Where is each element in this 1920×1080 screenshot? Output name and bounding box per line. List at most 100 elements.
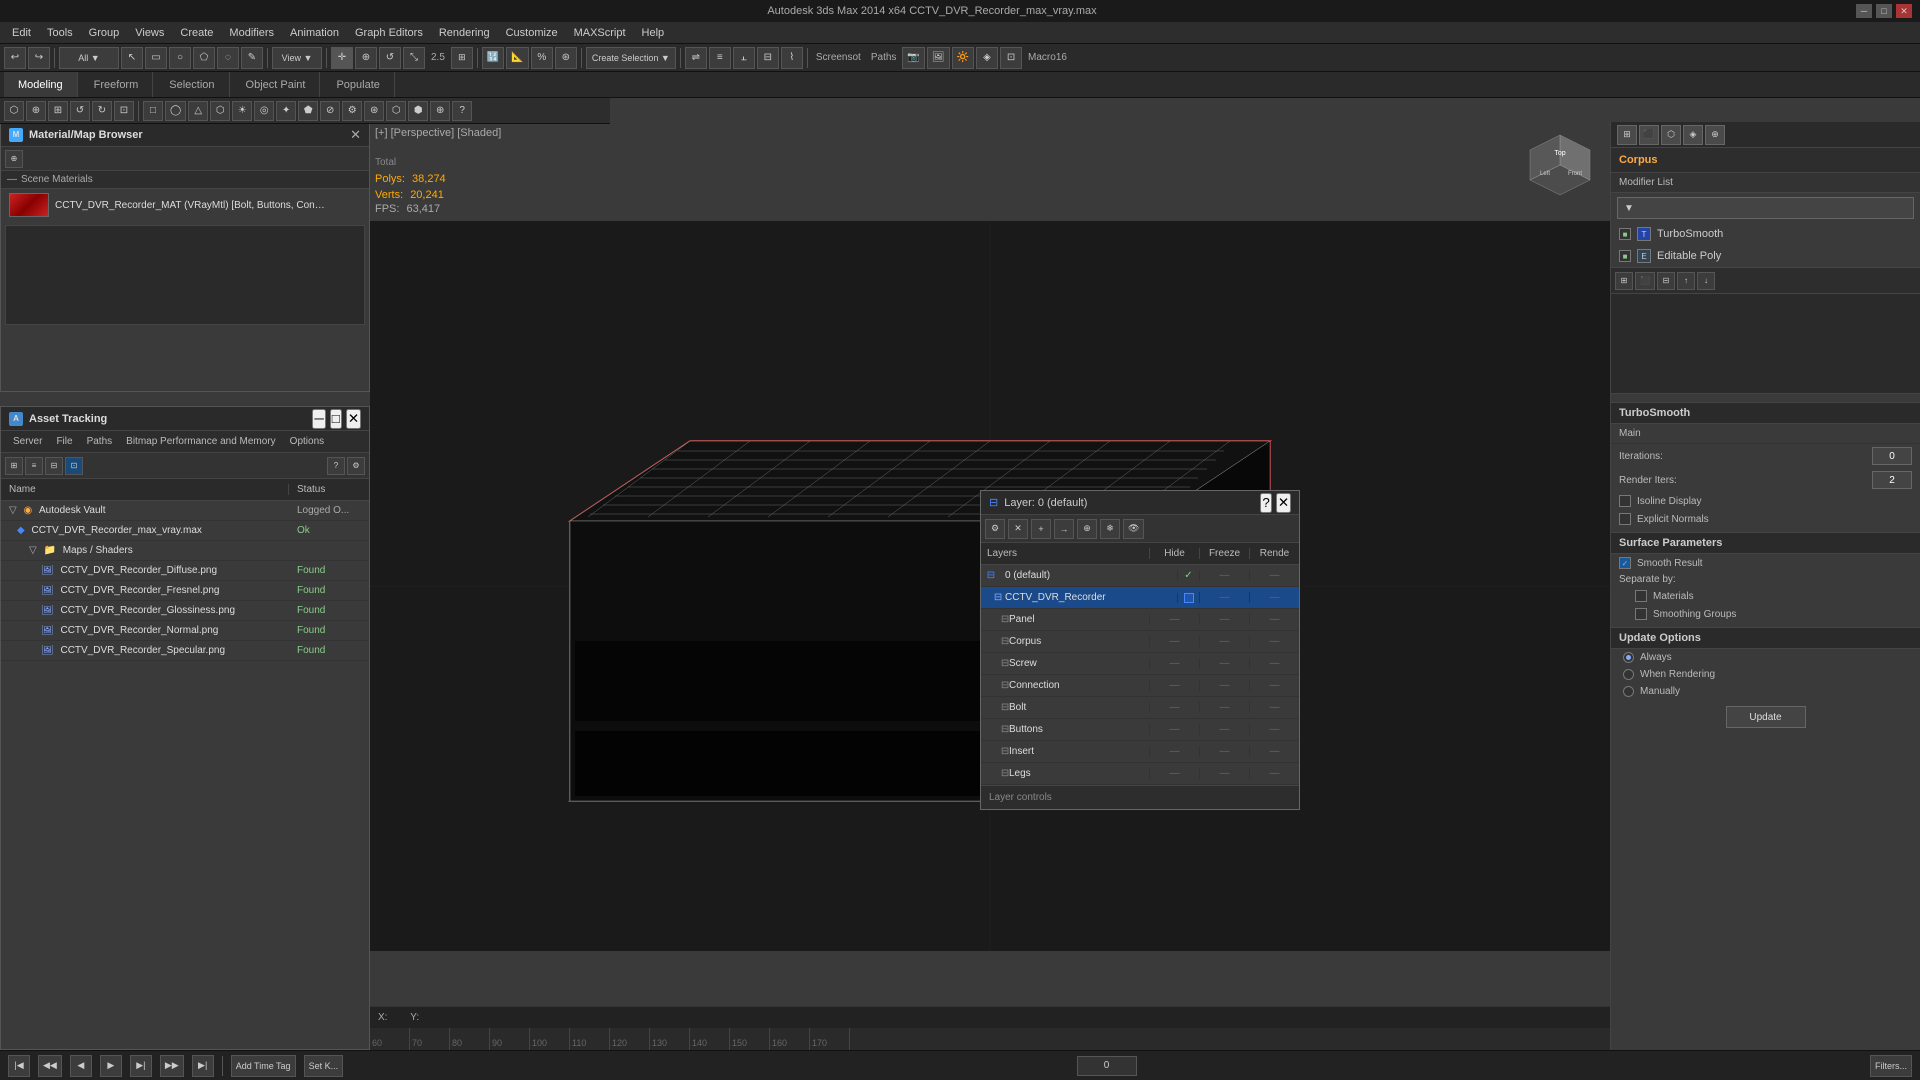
explicit-normals-checkbox[interactable]: [1619, 513, 1631, 525]
when-rendering-radio[interactable]: [1623, 669, 1634, 680]
always-radio[interactable]: [1623, 652, 1634, 663]
menu-graph-editors[interactable]: Graph Editors: [347, 25, 431, 41]
at-tb-2[interactable]: ≡: [25, 457, 43, 475]
ld-tb-freeze[interactable]: ❄: [1100, 519, 1120, 539]
minimize-button[interactable]: ─: [1856, 4, 1872, 18]
smooth-result-checkbox[interactable]: ✓: [1619, 557, 1631, 569]
icon-tb-1[interactable]: ⬡: [4, 101, 24, 121]
at-row-main-file[interactable]: ◆ CCTV_DVR_Recorder_max_vray.max Ok: [1, 521, 369, 541]
tab-modeling[interactable]: Modeling: [4, 72, 78, 97]
mod-stack-btn-5[interactable]: ↓: [1697, 272, 1715, 290]
tb-scale[interactable]: ⤡: [403, 47, 425, 69]
layer-row-insert[interactable]: ⊟ Insert — — —: [981, 741, 1299, 763]
tb-angle-snap[interactable]: 📐: [506, 47, 528, 69]
icon-tb-16[interactable]: ⚙: [342, 101, 362, 121]
tab-populate[interactable]: Populate: [322, 72, 394, 97]
tb-align[interactable]: ≡: [709, 47, 731, 69]
rp-icon-1[interactable]: ⊞: [1617, 125, 1637, 145]
at-tb-settings[interactable]: ⚙: [347, 457, 365, 475]
icon-tb-18[interactable]: ⬡: [386, 101, 406, 121]
set-key-btn[interactable]: Set K...: [304, 1055, 344, 1077]
mod-stack-btn-2[interactable]: ⬛: [1635, 272, 1655, 290]
tb-create-selection[interactable]: Create Selection ▼: [586, 47, 676, 69]
render-iters-value[interactable]: 2: [1872, 471, 1912, 489]
icon-tb-21[interactable]: ?: [452, 101, 472, 121]
menu-create[interactable]: Create: [172, 25, 221, 41]
iterations-value[interactable]: 0: [1872, 447, 1912, 465]
maximize-button[interactable]: □: [1876, 4, 1892, 18]
navigation-cube[interactable]: Top Left Front: [1520, 130, 1600, 210]
frame-input[interactable]: 0: [1077, 1056, 1137, 1076]
tb-layer[interactable]: ⊟: [757, 47, 779, 69]
ld-tb-hide[interactable]: 👁: [1123, 519, 1144, 539]
layer-row-cctv[interactable]: ⊟ CCTV_DVR_Recorder — —: [981, 587, 1299, 609]
tb-select-all-dropdown[interactable]: All ▼: [59, 47, 119, 69]
rp-icon-2[interactable]: ⬛: [1639, 125, 1659, 145]
tb-rotate[interactable]: ↺: [379, 47, 401, 69]
update-button[interactable]: Update: [1726, 706, 1806, 728]
tb-select-arrow[interactable]: ↖: [121, 47, 143, 69]
ld-tb-delete[interactable]: ✕: [1008, 519, 1028, 539]
menu-group[interactable]: Group: [81, 25, 128, 41]
material-item[interactable]: CCTV_DVR_Recorder_MAT (VRayMtl) [Bolt, B…: [1, 189, 369, 221]
tb-select-fence[interactable]: ⬠: [193, 47, 215, 69]
mod-stack-btn-3[interactable]: ⊟: [1657, 272, 1675, 290]
filters-btn[interactable]: Filters...: [1870, 1055, 1912, 1077]
menu-edit[interactable]: Edit: [4, 25, 39, 41]
playback-prev[interactable]: ◀: [70, 1055, 92, 1077]
rp-icon-4[interactable]: ◈: [1683, 125, 1703, 145]
tb-render3[interactable]: 🔆: [952, 47, 974, 69]
tb-select-rect[interactable]: ▭: [145, 47, 167, 69]
menu-maxscript[interactable]: MAXScript: [566, 25, 634, 41]
icon-tb-10[interactable]: ⬡: [210, 101, 230, 121]
menu-tools[interactable]: Tools: [39, 25, 81, 41]
icon-tb-9[interactable]: △: [188, 101, 208, 121]
asset-tracking-minimize[interactable]: ─: [312, 409, 325, 429]
icon-tb-8[interactable]: ◯: [165, 101, 186, 121]
modifier-editable-poly[interactable]: ■ E Editable Poly: [1611, 245, 1920, 267]
tb-align2[interactable]: ⫠: [733, 47, 755, 69]
menu-customize[interactable]: Customize: [498, 25, 566, 41]
icon-tb-13[interactable]: ✦: [276, 101, 296, 121]
tb-move[interactable]: ⊕: [355, 47, 377, 69]
mod-stack-btn-1[interactable]: ⊞: [1615, 272, 1633, 290]
layer-row-legs[interactable]: ⊟ Legs — — —: [981, 763, 1299, 785]
manually-radio[interactable]: [1623, 686, 1634, 697]
layer-row-panel[interactable]: ⊟ Panel — — —: [981, 609, 1299, 631]
tb-redo[interactable]: ↪: [28, 47, 50, 69]
at-menu-file[interactable]: File: [50, 434, 78, 449]
layer-row-corpus[interactable]: ⊟ Corpus — — —: [981, 631, 1299, 653]
tb-render5[interactable]: ⊡: [1000, 47, 1022, 69]
mod-checkbox-ep[interactable]: ■: [1619, 250, 1631, 262]
layers-scroll[interactable]: ⊟ 0 (default) ✓ — — ⊟ CCTV_DVR_Recorder …: [981, 565, 1299, 795]
menu-animation[interactable]: Animation: [282, 25, 347, 41]
tb-select-paint[interactable]: ✎: [241, 47, 263, 69]
layer-row-bolt[interactable]: ⊟ Bolt — — —: [981, 697, 1299, 719]
layers-help-btn[interactable]: ?: [1260, 493, 1271, 513]
tab-selection[interactable]: Selection: [155, 72, 229, 97]
at-menu-options[interactable]: Options: [284, 434, 330, 449]
modifier-dropdown[interactable]: ▼: [1617, 197, 1914, 219]
tb-render-scene[interactable]: 📷: [902, 47, 924, 69]
at-row-specular[interactable]: 🖼 CCTV_DVR_Recorder_Specular.png Found: [1, 641, 369, 661]
tb-curve[interactable]: ⌇: [781, 47, 803, 69]
ld-tb-move-to[interactable]: →: [1054, 519, 1074, 539]
icon-tb-3[interactable]: ⊞: [48, 101, 68, 121]
at-tb-3[interactable]: ⊟: [45, 457, 63, 475]
playback-prev-key[interactable]: ◀◀: [38, 1055, 62, 1077]
at-menu-server[interactable]: Server: [7, 434, 48, 449]
at-tb-help[interactable]: ?: [327, 457, 345, 475]
playback-next-key[interactable]: ▶▶: [160, 1055, 184, 1077]
menu-views[interactable]: Views: [127, 25, 172, 41]
materials-checkbox[interactable]: [1635, 590, 1647, 602]
layer-row-default[interactable]: ⊟ 0 (default) ✓ — —: [981, 565, 1299, 587]
tb-undo[interactable]: ↩: [4, 47, 26, 69]
ld-tb-select[interactable]: ⊕: [1077, 519, 1097, 539]
mod-checkbox-ts[interactable]: ■: [1619, 228, 1631, 240]
ld-tb-add[interactable]: +: [1031, 519, 1051, 539]
icon-tb-12[interactable]: ◎: [254, 101, 274, 121]
tb-select-lasso[interactable]: ◌: [217, 47, 239, 69]
icon-tb-2[interactable]: ⊕: [26, 101, 46, 121]
tb-select-circle[interactable]: ○: [169, 47, 191, 69]
layer-row-screw[interactable]: ⊟ Screw — — —: [981, 653, 1299, 675]
